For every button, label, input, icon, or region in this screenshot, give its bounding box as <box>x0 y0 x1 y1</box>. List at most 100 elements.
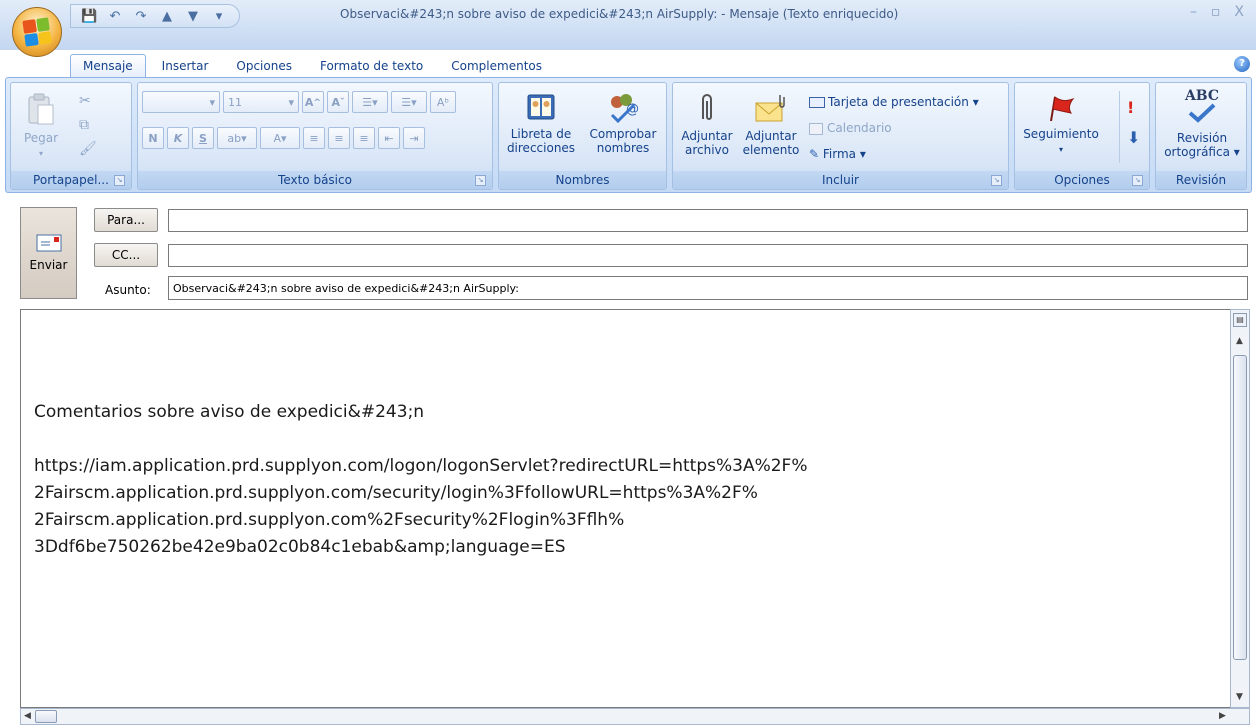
paste-icon <box>28 93 54 125</box>
bullets-icon[interactable]: ☰▾ <box>352 91 388 113</box>
font-color-icon[interactable]: A▾ <box>260 127 300 149</box>
body-url-line: 2Fairscm.application.prd.supplyon.com%2F… <box>34 510 625 530</box>
undo-icon[interactable]: ↶ <box>107 9 123 24</box>
body-url-line: https://iam.application.prd.supplyon.com… <box>34 456 808 476</box>
basic-text-launcher-icon[interactable]: ↘ <box>475 175 486 186</box>
office-logo-icon <box>22 17 52 47</box>
include-launcher-icon[interactable]: ↘ <box>991 175 1002 186</box>
group-label-proofing: Revisión <box>1156 171 1246 189</box>
attach-file-button[interactable]: Adjuntar archivo <box>677 91 737 157</box>
tab-complementos[interactable]: Complementos <box>439 55 554 78</box>
customize-qat-icon[interactable]: ▾ <box>211 9 227 24</box>
group-include: Adjuntar archivo Adjuntar elemento Tarjeta… <box>672 82 1009 190</box>
increase-indent-icon[interactable]: ⇥ <box>403 127 425 149</box>
follow-up-flag-icon <box>1050 96 1075 122</box>
copy-icon[interactable]: ⧉ <box>79 113 97 137</box>
cc-button[interactable]: CC... <box>94 243 158 267</box>
send-envelope-icon <box>36 234 61 252</box>
subject-field[interactable]: Observaci&#243;n sobre aviso de expedici… <box>168 276 1248 300</box>
check-names-button[interactable]: @ Comprobar nombres <box>583 91 663 155</box>
align-right-icon[interactable]: ≡ <box>353 127 375 149</box>
horizontal-scrollbar[interactable]: ◀ ▶ <box>20 708 1250 725</box>
cut-icon[interactable]: ✂ <box>79 89 97 113</box>
format-painter-icon[interactable]: 🖌 <box>79 137 97 161</box>
italic-button[interactable]: K <box>167 127 189 149</box>
business-card-button[interactable]: Tarjeta de presentación ▾ <box>809 89 979 115</box>
options-launcher-icon[interactable]: ↘ <box>1132 175 1143 186</box>
business-card-icon <box>809 97 825 108</box>
signature-button[interactable]: ✎ Firma ▾ <box>809 141 979 167</box>
group-proofing: ABC Revisión ortográfica ▾ Revisión <box>1155 82 1247 190</box>
numbering-icon[interactable]: ☰▾ <box>391 91 427 113</box>
to-field[interactable] <box>168 209 1248 232</box>
spelling-button[interactable]: ABC Revisión ortográfica ▾ <box>1158 89 1246 159</box>
group-names: Libreta de direcciones @ Comprobar nombres… <box>498 82 667 190</box>
group-basic-text: ▾ 11 ▾ A ^ Aˇ ☰▾ ☰▾ Aᵇ N K S ab▾ A▾ ≡ ≡ ≡ … <box>137 82 493 190</box>
quick-access-toolbar: 💾 ↶ ↷ ▲ ▼ ▾ <box>70 4 240 28</box>
calendar-button[interactable]: Calendario <box>809 115 979 141</box>
body-line: Comentarios sobre aviso de expedici&#243… <box>34 402 425 422</box>
redo-icon[interactable]: ↷ <box>133 9 149 24</box>
previous-item-icon[interactable]: ▲ <box>159 9 175 24</box>
minimize-icon[interactable]: – <box>1190 4 1197 20</box>
vertical-scrollbar[interactable]: ▤ ▲ ▼ <box>1230 309 1250 708</box>
align-left-icon[interactable]: ≡ <box>303 127 325 149</box>
align-center-icon[interactable]: ≡ <box>328 127 350 149</box>
tab-opciones[interactable]: Opciones <box>224 55 304 78</box>
send-label: Enviar <box>29 258 68 272</box>
next-item-icon[interactable]: ▼ <box>185 9 201 24</box>
font-size-select[interactable]: 11 ▾ <box>223 91 299 113</box>
tab-formato-de-texto[interactable]: Formato de texto <box>308 55 435 78</box>
cc-field[interactable] <box>168 244 1248 267</box>
grow-font-icon[interactable]: A ^ <box>302 91 324 113</box>
clear-formatting-icon[interactable]: Aᵇ <box>430 91 456 113</box>
address-book-button[interactable]: Libreta de direcciones <box>503 91 579 155</box>
envelope-attach-icon <box>755 95 785 122</box>
help-icon[interactable]: ? <box>1234 56 1250 72</box>
signature-icon: ✎ <box>809 147 820 161</box>
group-clipboard: Pegar ▾ ✂ ⧉ 🖌 Portapapel... ↘ <box>10 82 132 190</box>
scroll-right-icon[interactable]: ▶ <box>1219 711 1226 721</box>
to-button[interactable]: Para... <box>94 208 158 232</box>
address-book-icon <box>527 94 555 120</box>
group-label-clipboard: Portapapel... <box>11 171 131 189</box>
scroll-left-icon[interactable]: ◀ <box>24 711 31 721</box>
save-icon[interactable]: 💾 <box>81 9 97 24</box>
maximize-icon[interactable]: ▫ <box>1211 4 1221 20</box>
spelling-icon: ABC <box>1158 89 1246 127</box>
follow-up-button[interactable]: Seguimiento ▾ <box>1019 93 1103 157</box>
horizontal-scroll-thumb[interactable] <box>35 710 57 723</box>
group-label-include: Incluir <box>673 171 1008 189</box>
scroll-down-icon[interactable]: ▼ <box>1236 692 1243 702</box>
body-url-line: 3Ddf6be750262be42e9ba02c0b84c1ebab&amp;l… <box>34 537 566 557</box>
scroll-up-icon[interactable]: ▲ <box>1236 336 1243 346</box>
window-title: Observaci&#243;n sobre aviso de expedici… <box>340 7 899 21</box>
high-importance-icon[interactable]: ! <box>1127 93 1140 123</box>
check-names-icon: @ <box>610 94 639 123</box>
highlight-icon[interactable]: ab▾ <box>217 127 257 149</box>
group-label-names: Nombres <box>499 171 666 189</box>
window-controls: – ▫ X <box>1190 4 1244 20</box>
vertical-scroll-thumb[interactable] <box>1233 355 1247 660</box>
office-button[interactable] <box>12 7 62 57</box>
message-body-text: Comentarios sobre aviso de expedici&#243… <box>34 399 807 561</box>
message-body[interactable]: Comentarios sobre aviso de expedici&#243… <box>20 309 1231 708</box>
clipboard-launcher-icon[interactable]: ↘ <box>114 175 125 186</box>
tab-mensaje[interactable]: Mensaje <box>70 54 146 78</box>
body-url-line: 2Fairscm.application.prd.supplyon.com/se… <box>34 483 758 503</box>
low-importance-icon[interactable]: ⬇ <box>1127 123 1140 153</box>
bold-button[interactable]: N <box>142 127 164 149</box>
group-label-basic-text: Texto básico <box>138 171 492 189</box>
paste-button[interactable]: Pegar ▾ <box>19 93 63 161</box>
attach-item-button[interactable]: Adjuntar elemento <box>739 91 803 157</box>
font-name-select[interactable]: ▾ <box>142 91 220 113</box>
subject-label: Asunto: <box>105 283 151 297</box>
decrease-indent-icon[interactable]: ⇤ <box>378 127 400 149</box>
send-button[interactable]: Enviar <box>20 207 77 299</box>
ruler-toggle-icon[interactable]: ▤ <box>1233 313 1247 327</box>
tab-insertar[interactable]: Insertar <box>150 55 221 78</box>
shrink-font-icon[interactable]: Aˇ <box>327 91 349 113</box>
underline-button[interactable]: S <box>192 127 214 149</box>
close-icon[interactable]: X <box>1234 4 1244 20</box>
paperclip-icon <box>702 94 712 120</box>
